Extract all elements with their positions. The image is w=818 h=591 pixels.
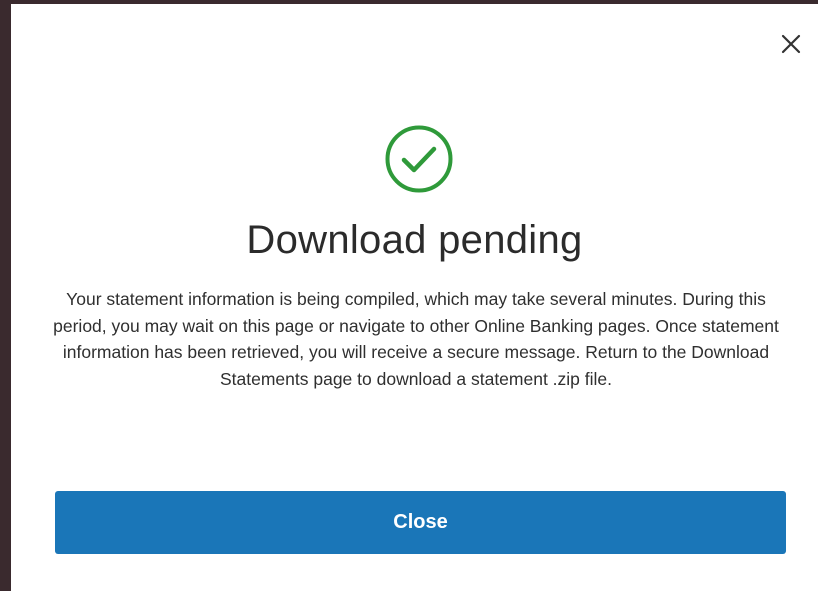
dialog-title: Download pending — [246, 218, 583, 262]
dialog-message: Your statement information is being comp… — [53, 289, 779, 389]
close-icon[interactable] — [779, 32, 803, 56]
download-pending-dialog: Download pending Your statement informat… — [11, 4, 818, 591]
check-circle-icon — [385, 125, 453, 193]
close-button[interactable]: Close — [55, 491, 786, 554]
